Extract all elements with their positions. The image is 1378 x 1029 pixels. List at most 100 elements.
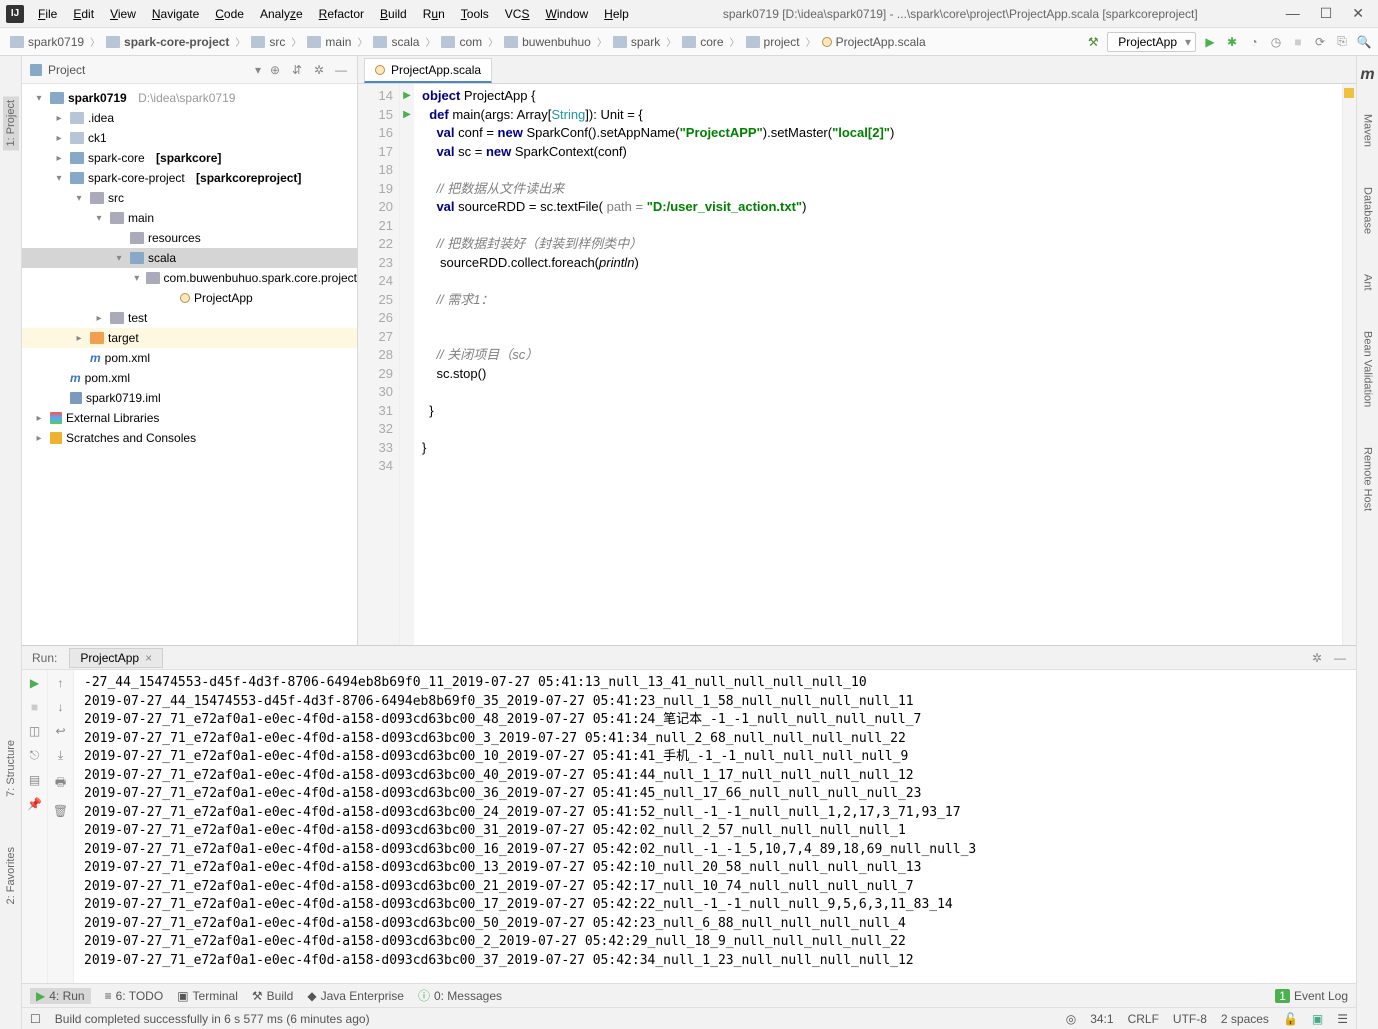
crumb-1[interactable]: spark-core-project [102,33,233,51]
crumb-4[interactable]: scala [369,33,423,51]
hammer-icon[interactable]: ⚒ [1085,34,1101,50]
locate-icon[interactable]: ⊕ [267,63,283,77]
pane-title: Project [48,63,249,77]
layout-icon[interactable]: ▤ [29,773,40,787]
bottom-tool-stripe: ▶4: Run ≡6: TODO ▣Terminal ⚒Build ◆Java … [22,983,1356,1007]
dropdown-icon[interactable]: ▾ [255,63,261,77]
main-menu: File Edit View Navigate Code Analyze Ref… [32,5,635,23]
project-tree[interactable]: ▾spark0719 D:\idea\spark0719 ▸.idea ▸ck1… [22,84,357,645]
crumb-0[interactable]: spark0719 [6,33,88,51]
tool-bean[interactable]: Bean Validation [1362,331,1374,407]
tool-ant[interactable]: Ant [1362,274,1374,291]
close-icon[interactable]: × [145,651,152,665]
window-controls: — ☐ ✕ [1286,5,1372,22]
trash-icon[interactable]: 🗑 [53,804,68,818]
maximize-button[interactable]: ☐ [1320,5,1333,22]
down-arrow-icon[interactable]: ↓ [58,700,64,714]
pin-icon[interactable]: 📌 [27,797,42,811]
tool-java[interactable]: ◆Java Enterprise [307,989,404,1003]
crumb-7[interactable]: spark [609,33,664,51]
folder-icon [30,64,42,76]
warning-marker[interactable] [1344,88,1354,98]
readonly-icon[interactable]: 🔓 [1283,1012,1298,1026]
crumb-8[interactable]: core [678,33,727,51]
menu-build[interactable]: Build [374,5,413,23]
menu-navigate[interactable]: Navigate [146,5,205,23]
crumb-6[interactable]: buwenbuhuo [500,33,595,51]
stop-button[interactable]: ■ [1290,34,1306,50]
line-separator[interactable]: CRLF [1128,1012,1159,1026]
settings-icon[interactable]: ✲ [311,63,327,77]
maven-m[interactable]: m [1360,66,1374,84]
gear-icon[interactable]: ✲ [1312,651,1322,665]
menu-window[interactable]: Window [539,5,594,23]
indent[interactable]: 2 spaces [1221,1012,1269,1026]
window-title: spark0719 [D:\idea\spark0719] - ...\spar… [635,7,1286,21]
debug-button[interactable]: ✱ [1224,34,1240,50]
scroll-icon[interactable]: ⤓ [58,748,63,763]
crumb-5[interactable]: com [437,33,486,51]
event-log[interactable]: 1Event Log [1275,989,1348,1003]
console-output[interactable]: -27_44_15474553-d45f-4d3f-8706-6494eb8b6… [74,670,1356,983]
tool-structure[interactable]: 7: Structure [5,740,17,797]
goto-icon[interactable]: ◎ [1066,1012,1076,1026]
hide-icon[interactable]: — [333,63,349,77]
tool-remote[interactable]: Remote Host [1362,447,1374,511]
crumb-10[interactable]: ProjectApp.scala [818,33,930,51]
run-config-selector[interactable]: ProjectApp [1107,32,1196,52]
tool-favorites[interactable]: 2: Favorites [5,847,17,904]
tool-window-toggle[interactable]: ☐ [30,1012,41,1026]
exit-icon[interactable]: ⎋ [30,748,40,763]
search-icon[interactable]: 🔍 [1356,34,1372,50]
crumb-2[interactable]: src [247,33,289,51]
run-toolbar-left2: ↑ ↓ ↩ ⤓ 🖶 🗑 [48,670,74,983]
up-arrow-icon[interactable]: ↑ [58,676,64,690]
menu-refactor[interactable]: Refactor [313,5,370,23]
run-button[interactable]: ▶ [1202,34,1218,50]
update-button[interactable]: ⟳ [1312,34,1328,50]
code-editor[interactable]: 1415161718192021222324252627282930313233… [358,84,1356,645]
tree-node-scala: ▾scala [22,248,357,268]
editor-area: ProjectApp.scala 14151617181920212223242… [358,56,1356,645]
coverage-button[interactable]: ◔ [1246,34,1262,50]
menu-view[interactable]: View [104,5,142,23]
crumb-3[interactable]: main [303,33,355,51]
menu-run[interactable]: Run [417,5,451,23]
tool-run[interactable]: ▶4: Run [30,988,91,1004]
menu-tools[interactable]: Tools [455,5,495,23]
profile-button[interactable]: ◷ [1268,34,1284,50]
menu-analyze[interactable]: Analyze [254,5,309,23]
menu-help[interactable]: Help [598,5,635,23]
app-logo: IJ [6,5,24,23]
tool-database[interactable]: Database [1362,187,1374,234]
inspector-icon[interactable]: ▣ [1312,1012,1323,1026]
run-label: Run: [32,651,57,665]
tool-maven[interactable]: Maven [1362,114,1374,147]
menu-vcs[interactable]: VCS [499,5,536,23]
menu-code[interactable]: Code [209,5,250,23]
camera-icon[interactable]: ◫ [29,724,40,738]
wrap-icon[interactable]: ↩ [55,724,65,738]
tool-messages[interactable]: ⓘ0: Messages [418,987,502,1004]
tool-terminal[interactable]: ▣Terminal [177,989,238,1003]
close-button[interactable]: ✕ [1352,5,1364,22]
memory-icon[interactable]: ☰ [1337,1012,1348,1026]
scala-icon [375,65,385,75]
print-icon[interactable]: 🖶 [55,773,66,794]
minimize-icon[interactable]: — [1334,651,1346,665]
menu-edit[interactable]: Edit [67,5,100,23]
tool-build[interactable]: ⚒Build [252,989,293,1003]
stop-button-2[interactable]: ■ [31,700,38,714]
menu-file[interactable]: File [32,5,63,23]
collapse-icon[interactable]: ⇵ [289,63,305,77]
encoding[interactable]: UTF-8 [1173,1012,1207,1026]
caret-position[interactable]: 34:1 [1090,1012,1113,1026]
rerun-button[interactable]: ▶ [30,676,39,690]
tool-project[interactable]: 1: Project [3,96,19,150]
crumb-9[interactable]: project [742,33,804,51]
git-button[interactable]: ⎘ [1334,34,1350,50]
editor-tab-projectapp[interactable]: ProjectApp.scala [364,58,492,83]
tool-todo[interactable]: ≡6: TODO [105,989,164,1003]
run-tab[interactable]: ProjectApp× [69,648,163,668]
minimize-button[interactable]: — [1286,5,1300,22]
